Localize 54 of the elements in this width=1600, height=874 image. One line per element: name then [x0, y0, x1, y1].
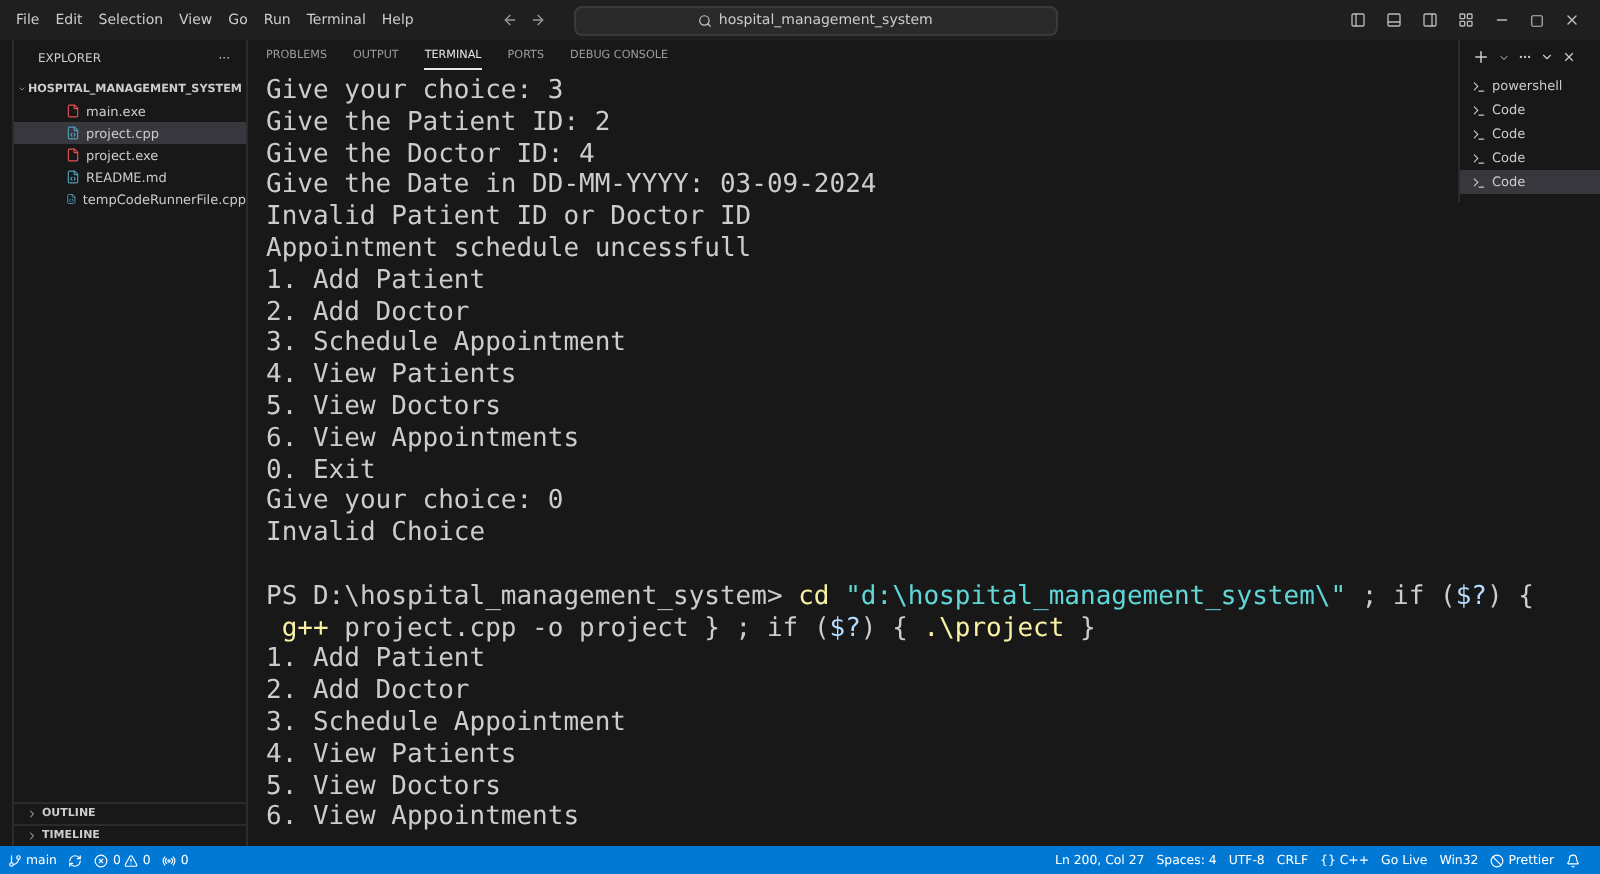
terminal-line: Invalid Patient ID or Doctor ID	[266, 202, 752, 234]
terminal-line: Give the Patient ID: 2	[266, 107, 611, 140]
terminal-line: Give the Doctor ID: 4	[266, 139, 595, 171]
notifications-icon[interactable]	[1566, 853, 1580, 867]
back-icon[interactable]	[501, 12, 518, 28]
panel-left-icon[interactable]	[1350, 12, 1366, 28]
terminal-icon	[1472, 79, 1486, 93]
layout-icon[interactable]	[1458, 12, 1474, 28]
panel-right-icon[interactable]	[1422, 12, 1438, 28]
terminal-line: 4. View Patients	[266, 739, 517, 772]
terminal-line: 5. View Doctors	[266, 391, 501, 424]
new-terminal-icon[interactable]	[1472, 48, 1490, 66]
terminal-line: g++ project.cpp -o project } ; if ($?) { .\project }	[279, 613, 1096, 645]
terminal-line: 0. Exit	[266, 455, 376, 487]
terminal-line: Give your choice: 3	[266, 76, 564, 108]
terminal-line: 1. Add Patient	[266, 265, 486, 298]
error-icon	[94, 853, 109, 867]
terminal-line: PS D:\hospital_management_system> cd "d:\hospital_management_system\" ; if ($?) {	[266, 581, 1534, 614]
terminal-line: Give your choice: 0	[266, 486, 564, 519]
terminal-icon	[1472, 151, 1486, 165]
search-icon	[698, 13, 713, 27]
code-file-icon	[66, 192, 77, 206]
more-icon[interactable]	[1518, 50, 1532, 64]
panel-bottom-icon[interactable]	[1386, 12, 1402, 28]
terminal-line: 1. Add Patient	[266, 644, 486, 677]
maximize-icon[interactable]	[1530, 13, 1544, 27]
forward-icon[interactable]	[529, 12, 546, 28]
chevron-icon[interactable]	[1498, 51, 1510, 63]
terminal-line: Invalid Choice	[266, 518, 486, 550]
collapse-icon[interactable]	[1540, 50, 1554, 64]
terminal-line: Appointment schedule uncessfull	[266, 233, 752, 266]
branch-icon	[8, 853, 22, 867]
file-icon	[66, 148, 80, 162]
terminal-line: 4. View Patients	[266, 360, 517, 392]
terminal-line: 2. Add Doctor	[266, 297, 470, 329]
warning-icon	[124, 853, 139, 867]
terminal-line: 5. View Doctors	[266, 771, 501, 803]
code-file-icon	[66, 170, 80, 184]
code-file-icon	[66, 126, 80, 140]
close-icon[interactable]	[1564, 12, 1580, 28]
ports-icon	[162, 853, 177, 867]
terminal-icon	[1472, 103, 1486, 117]
close-icon[interactable]	[1562, 50, 1576, 64]
sync-icon[interactable]	[68, 853, 83, 867]
prettier-icon	[1490, 853, 1505, 867]
file-icon	[66, 104, 80, 118]
terminal-line: 3. Schedule Appointment	[266, 707, 627, 740]
terminal-line: 2. Add Doctor	[266, 676, 470, 708]
terminal-icon	[1472, 175, 1486, 189]
terminal-line: 3. Schedule Appointment	[266, 328, 627, 361]
terminal-line: 6. View Appointments	[266, 423, 580, 456]
terminal-line: 6. View Appointments	[266, 802, 580, 835]
terminal-line: Give the Date in DD-MM-YYYY: 03-09-2024	[266, 170, 877, 203]
terminal-icon	[1472, 127, 1486, 141]
